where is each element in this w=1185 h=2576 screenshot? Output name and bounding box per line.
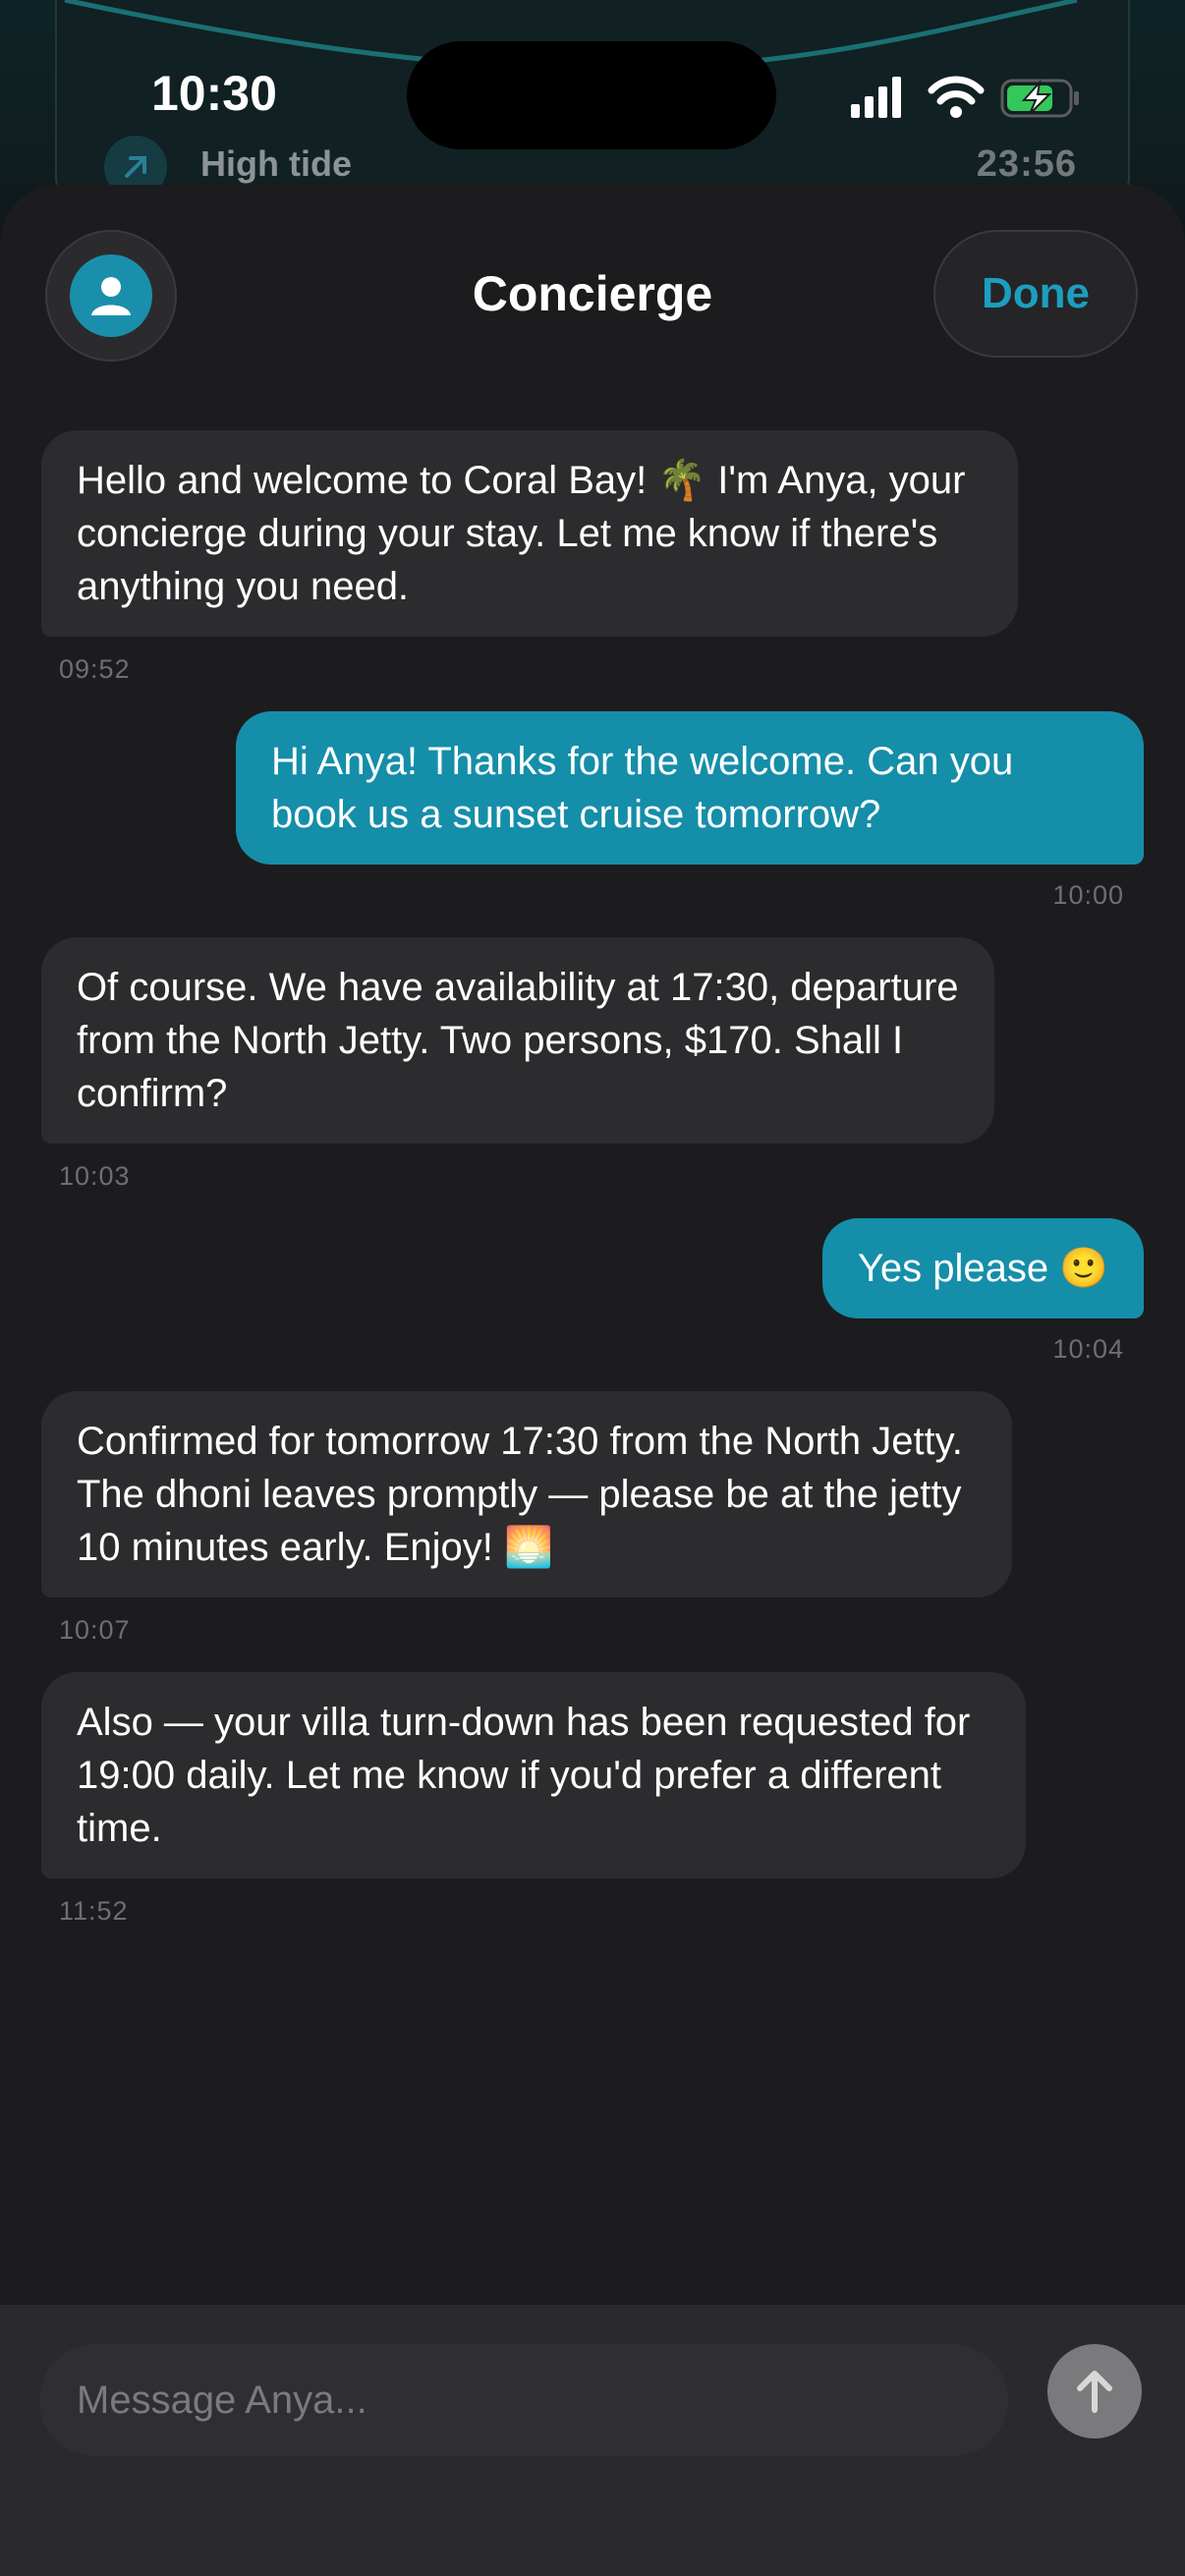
message-timestamp: 10:07 (59, 1615, 131, 1645)
dynamic-island (407, 41, 776, 149)
signal-icon (851, 77, 901, 118)
message-bubble-incoming: Also — your villa turn-down has been req… (41, 1672, 1026, 1878)
screen: High tide 23:56 10:30 Concierge Done Hel… (0, 0, 1185, 2576)
composer-bar (0, 2305, 1185, 2576)
battery-charging-icon (1000, 79, 1079, 118)
message-bubble-incoming: Confirmed for tomorrow 17:30 from the No… (41, 1391, 1012, 1597)
message-bubble-incoming: Of course. We have availability at 17:30… (41, 937, 994, 1144)
send-button[interactable] (1047, 2344, 1142, 2438)
message-timestamp: 11:52 (59, 1896, 129, 1926)
wifi-icon (928, 76, 985, 118)
message-bubble-incoming: Hello and welcome to Coral Bay! 🌴 I'm An… (41, 430, 1018, 637)
message-bubble-outgoing: Yes please 🙂 (821, 1218, 1144, 1318)
message-timestamp: 09:52 (59, 654, 131, 684)
message-timestamp: 10:03 (59, 1161, 131, 1191)
arrow-up-icon (1077, 2371, 1112, 2413)
message-timestamp: 10:04 (1052, 1334, 1124, 1364)
tide-time: 23:56 (976, 143, 1077, 185)
status-time: 10:30 (151, 66, 277, 121)
done-button[interactable]: Done (933, 230, 1138, 358)
message-timestamp: 10:00 (1052, 880, 1124, 910)
tide-label: High tide (200, 143, 352, 184)
message-bubble-outgoing: Hi Anya! Thanks for the welcome. Can you… (236, 711, 1144, 865)
message-input[interactable] (39, 2344, 1008, 2456)
status-icons (851, 76, 1079, 118)
